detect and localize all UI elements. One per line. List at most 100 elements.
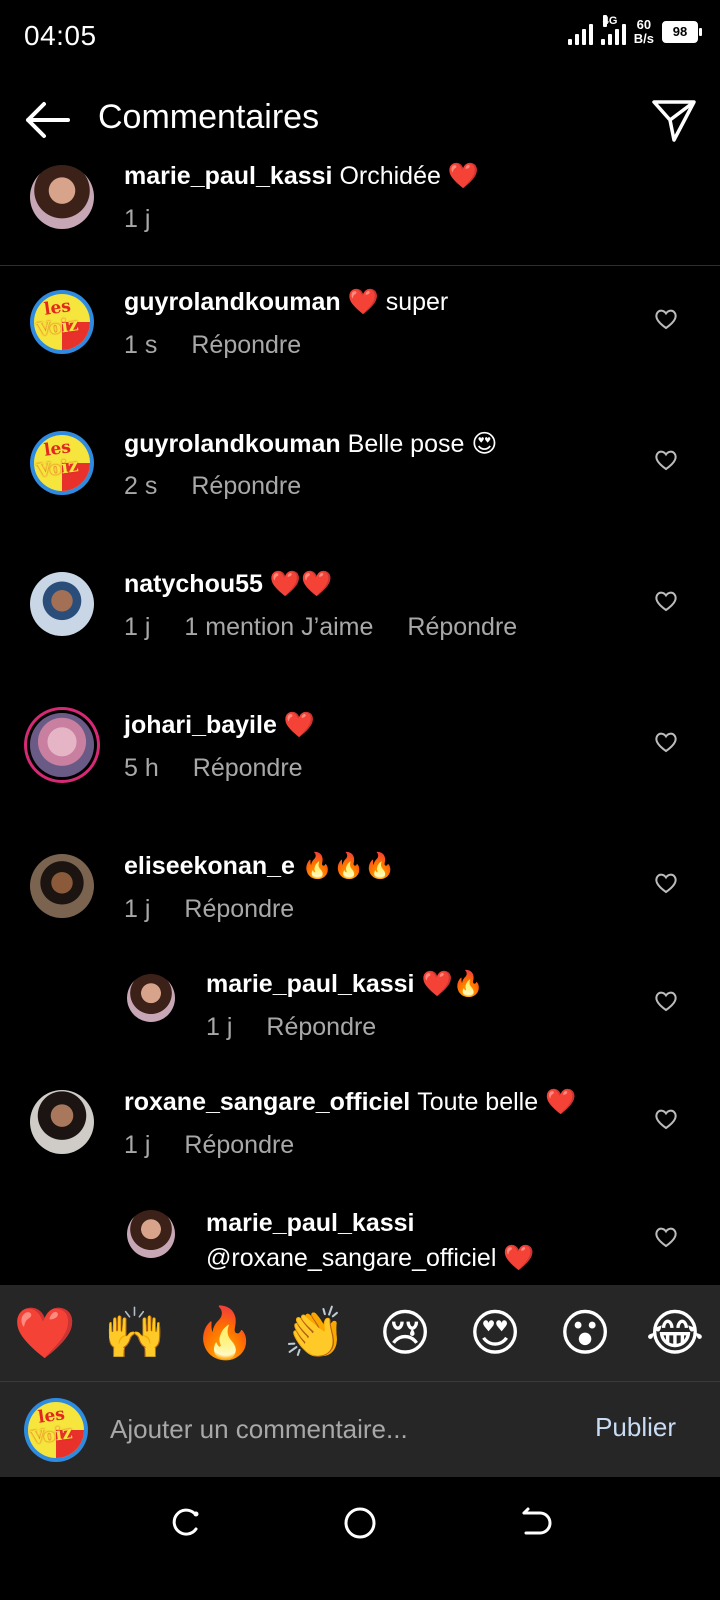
emoji-heart-button[interactable]: ❤️	[10, 1304, 80, 1363]
signal-icon	[567, 19, 593, 45]
recents-icon[interactable]	[164, 1503, 204, 1543]
reply-button[interactable]: Répondre	[191, 331, 301, 360]
comment-username[interactable]: natychou55	[124, 570, 263, 598]
comment-text: marie_paul_kassi ❤️🔥	[206, 970, 484, 999]
like-heart-icon[interactable]	[654, 872, 678, 894]
publish-button[interactable]: Publier	[595, 1412, 676, 1443]
comment-meta: 1 j 1 mention J’aime Répondre	[124, 613, 517, 642]
comment-input[interactable]: Ajouter un commentaire...	[110, 1414, 408, 1445]
emoji-quick-bar: ❤️ 🙌 🔥 👏 😢 😍 😮 😂	[0, 1285, 720, 1381]
back-nav-icon[interactable]	[516, 1503, 556, 1543]
like-heart-icon[interactable]	[654, 1108, 678, 1130]
comment-text: roxane_sangare_officiel Toute belle ❤️	[124, 1088, 576, 1117]
reply-item: marie_paul_kassi @roxane_sangare_officie…	[0, 1204, 720, 1284]
caption-body: Orchidée ❤️	[339, 162, 479, 190]
comment-username[interactable]: johari_bayile	[124, 711, 277, 739]
comment-username[interactable]: marie_paul_kassi	[206, 970, 414, 998]
network-speed: 60 B/s	[633, 17, 654, 46]
emoji-cry-button[interactable]: 😢	[370, 1304, 440, 1362]
comment-body: ❤️❤️	[269, 570, 333, 598]
comment-username[interactable]: guyrolandkouman	[124, 288, 341, 316]
comment-text: eliseekonan_e 🔥🔥🔥	[124, 852, 395, 881]
comment-text: marie_paul_kassi @roxane_sangare_officie…	[206, 1206, 626, 1276]
comment-time: 1 j	[124, 613, 151, 641]
avatar[interactable]: les Voiz	[30, 431, 94, 495]
reply-button[interactable]: Répondre	[191, 472, 301, 501]
status-icons: 4G 60 B/s 98	[567, 15, 702, 46]
avatar[interactable]	[127, 1210, 175, 1258]
reply-button[interactable]: Répondre	[266, 1013, 376, 1042]
battery-icon: 98	[662, 21, 702, 43]
comment-meta: 2 s Répondre	[124, 472, 301, 501]
comment-time: 2 s	[124, 472, 158, 500]
like-heart-icon[interactable]	[654, 590, 678, 612]
avatar[interactable]	[30, 165, 94, 229]
comment-time: 1 s	[124, 331, 158, 359]
caption: marie_paul_kassi Orchidée ❤️ 1 j	[0, 160, 720, 266]
status-bar: 04:05 4G 60 B/s 98	[0, 0, 720, 72]
comment-item: roxane_sangare_officiel Toute belle ❤️ 1…	[0, 1086, 720, 1206]
reply-button[interactable]: Répondre	[193, 754, 303, 783]
comment-body: @roxane_sangare_officiel ❤️	[206, 1244, 535, 1272]
comment-username[interactable]: guyrolandkouman	[124, 430, 341, 458]
like-heart-icon[interactable]	[654, 990, 678, 1012]
emoji-clap-button[interactable]: 👏	[280, 1304, 350, 1363]
send-icon[interactable]	[650, 96, 698, 144]
comment-body: 🔥🔥🔥	[301, 852, 396, 880]
avatar-story-ring[interactable]	[30, 713, 94, 777]
comment-body: Toute belle ❤️	[417, 1088, 577, 1116]
emoji-heart-eyes-button[interactable]: 😍	[460, 1304, 530, 1362]
signal-4g-icon: 4G	[600, 15, 626, 45]
system-nav-bar	[0, 1477, 720, 1600]
avatar[interactable]	[30, 854, 94, 918]
comment-body: Belle pose 😍	[347, 430, 498, 458]
header: Commentaires	[0, 84, 720, 156]
likes-count[interactable]: 1 mention J’aime	[184, 613, 373, 642]
emoji-raised-hands-button[interactable]: 🙌	[100, 1304, 170, 1363]
emoji-surprised-button[interactable]: 😮	[550, 1304, 620, 1362]
like-heart-icon[interactable]	[654, 308, 678, 330]
comment-text: guyrolandkouman Belle pose 😍	[124, 429, 497, 459]
comment-meta: 1 j Répondre	[206, 1013, 376, 1042]
comment-text: guyrolandkouman ❤️ super	[124, 288, 448, 317]
emoji-fire-button[interactable]: 🔥	[190, 1304, 260, 1363]
comment-meta: 5 h Répondre	[124, 754, 303, 783]
caption-username[interactable]: marie_paul_kassi	[124, 162, 332, 190]
emoji-laugh-button[interactable]: 😂	[640, 1304, 710, 1362]
caption-time: 1 j	[124, 205, 151, 233]
avatar[interactable]	[127, 974, 175, 1022]
reply-button[interactable]: Répondre	[184, 1131, 294, 1160]
caption-meta: 1 j	[124, 205, 150, 234]
back-arrow-icon[interactable]	[22, 98, 72, 142]
comment-item: eliseekonan_e 🔥🔥🔥 1 j Répondre	[0, 850, 720, 970]
comment-composer: les Voiz Ajouter un commentaire... Publie…	[0, 1381, 720, 1478]
own-avatar: les Voiz	[24, 1398, 88, 1462]
comment-text: natychou55 ❤️❤️	[124, 570, 332, 599]
comment-item: les Voiz guyrolandkouman ❤️ super 1 s Rép…	[0, 286, 720, 406]
comment-username[interactable]: roxane_sangare_officiel	[124, 1088, 410, 1116]
home-icon[interactable]	[340, 1503, 380, 1543]
comment-time: 1 j	[124, 895, 151, 923]
caption-text: marie_paul_kassi Orchidée ❤️	[124, 162, 479, 191]
like-heart-icon[interactable]	[654, 731, 678, 753]
comment-username[interactable]: marie_paul_kassi	[206, 1209, 414, 1237]
like-heart-icon[interactable]	[654, 449, 678, 471]
comment-username[interactable]: eliseekonan_e	[124, 852, 295, 880]
comment-item: les Voiz guyrolandkouman Belle pose 😍 2 s…	[0, 427, 720, 547]
comment-item: natychou55 ❤️❤️ 1 j 1 mention J’aime Rép…	[0, 568, 720, 688]
comment-body: ❤️	[283, 711, 315, 739]
comment-time: 1 j	[206, 1013, 233, 1041]
like-heart-icon[interactable]	[654, 1226, 678, 1248]
avatar[interactable]: les Voiz	[30, 290, 94, 354]
page-title: Commentaires	[98, 98, 320, 136]
status-time: 04:05	[24, 20, 97, 51]
reply-button[interactable]: Répondre	[184, 895, 294, 924]
avatar[interactable]	[30, 572, 94, 636]
reply-button[interactable]: Répondre	[407, 613, 517, 642]
comment-text: johari_bayile ❤️	[124, 711, 315, 740]
comment-meta: 1 j Répondre	[124, 1131, 294, 1160]
avatar[interactable]	[30, 1090, 94, 1154]
comment-body: ❤️ super	[347, 288, 449, 316]
comment-meta: 1 s Répondre	[124, 331, 301, 360]
comment-time: 1 j	[124, 1131, 151, 1159]
